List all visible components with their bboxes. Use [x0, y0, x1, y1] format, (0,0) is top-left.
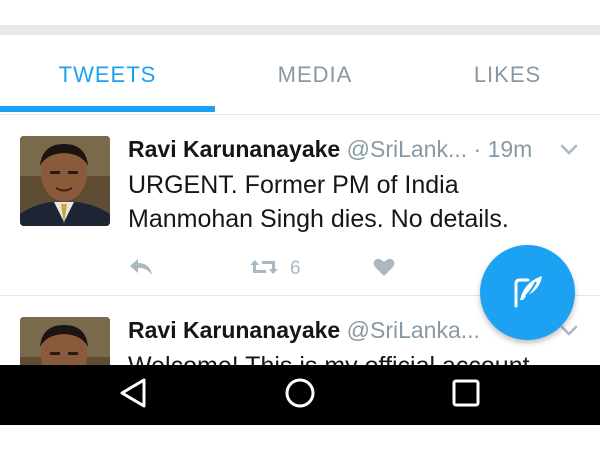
profile-tab-bar: TWEETS MEDIA LIKES [0, 35, 600, 115]
timestamp-separator: · [473, 136, 482, 162]
tweet-header: Ravi Karunanayake @SriLank... · 19m [128, 132, 580, 166]
tab-tweets[interactable]: TWEETS [0, 35, 215, 115]
retweet-count: 6 [290, 258, 301, 279]
timestamp: 19m [487, 136, 533, 162]
app-bar-shadow [0, 25, 600, 35]
system-navigation-bar [0, 365, 600, 425]
tab-media[interactable]: MEDIA [215, 35, 415, 115]
compose-icon [506, 268, 550, 317]
tab-likes[interactable]: LIKES [415, 35, 600, 115]
nav-back-button[interactable] [114, 375, 154, 415]
heart-icon [372, 256, 396, 283]
tweet-text: URGENT. Former PM of India Manmohan Sing… [128, 171, 509, 233]
author-handle[interactable]: @SriLank... [347, 136, 468, 162]
nav-recents-button[interactable] [446, 375, 486, 415]
reply-icon [128, 256, 154, 283]
retweet-button[interactable]: 6 [248, 254, 301, 284]
reply-button[interactable] [128, 254, 154, 284]
home-circle-icon [283, 376, 317, 415]
avatar[interactable] [20, 136, 110, 226]
bottom-margin [0, 425, 600, 450]
chevron-down-icon[interactable] [558, 138, 580, 160]
retweet-icon [248, 256, 280, 283]
active-tab-indicator [0, 106, 215, 112]
nav-home-button[interactable] [280, 375, 320, 415]
compose-tweet-button[interactable] [480, 245, 575, 340]
author-handle[interactable]: @SriLanka... [347, 317, 480, 343]
like-button[interactable] [372, 254, 396, 284]
tweet-actions: 6 [128, 254, 428, 284]
avatar[interactable] [20, 317, 110, 367]
recents-square-icon [449, 376, 483, 415]
back-triangle-icon [117, 376, 151, 415]
author-name[interactable]: Ravi Karunanayake [128, 136, 340, 162]
status-area [0, 0, 600, 25]
author-name[interactable]: Ravi Karunanayake [128, 317, 340, 343]
